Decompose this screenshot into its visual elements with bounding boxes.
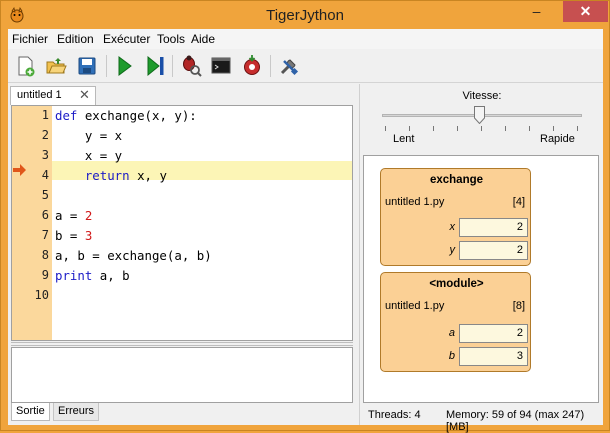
new-file-icon[interactable] [12, 53, 38, 79]
current-line-arrow-icon [13, 164, 26, 176]
output-console[interactable] [11, 347, 353, 403]
line-number: 1 [41, 108, 49, 122]
tab-untitled-1[interactable]: untitled 1 ✕ [10, 86, 96, 105]
stack-frame-exchange: exchange untitled 1.py [4] x 2 y 2 [380, 168, 531, 266]
status-bar: Threads: 4 Memory: 59 of 94 (max 247) [M… [360, 408, 604, 433]
stack-frame-module: <module> untitled 1.py [8] a 2 b 3 [380, 272, 531, 372]
var-value: 3 [459, 347, 528, 366]
code-line-1: def exchange(x, y): [55, 108, 197, 123]
line-number: 8 [41, 248, 49, 262]
var-value: 2 [459, 241, 528, 260]
slider-tick [385, 126, 386, 131]
line-number: 9 [41, 268, 49, 282]
menu-edition[interactable]: Edition [57, 32, 94, 46]
debug-pane: Vitesse: Lent Rapide exchange untitled 1… [359, 84, 604, 433]
menu-aide[interactable]: Aide [191, 32, 215, 46]
menu-executer[interactable]: Exécuter [103, 32, 150, 46]
speed-slider-thumb[interactable] [474, 106, 485, 125]
line-number: 4 [41, 168, 49, 182]
tab-label: untitled 1 [17, 89, 62, 101]
var-name: a [448, 327, 455, 339]
slider-tick [577, 126, 578, 131]
var-name: b [448, 350, 455, 362]
tools-icon[interactable] [276, 53, 302, 79]
code-line-9: print a, b [55, 268, 130, 283]
frame-title: exchange [429, 174, 484, 186]
stop-icon[interactable] [239, 53, 265, 79]
menu-tools[interactable]: Tools [157, 32, 185, 46]
frame-title: <module> [429, 278, 484, 290]
frame-line: [8] [512, 300, 525, 312]
debug-icon[interactable] [178, 53, 204, 79]
slider-tick [457, 126, 458, 131]
slider-tick [505, 126, 506, 131]
slider-tick [553, 126, 554, 131]
tab-erreurs[interactable]: Erreurs [53, 403, 100, 421]
open-folder-icon[interactable] [43, 53, 69, 79]
stack-frames-panel: exchange untitled 1.py [4] x 2 y 2 <modu… [363, 155, 599, 403]
code-line-6: a = 2 [55, 208, 93, 223]
code-line-8: a, b = exchange(a, b) [55, 248, 212, 263]
frame-file: untitled 1.py [385, 300, 445, 312]
code-line-2: y = x [55, 128, 123, 143]
menu-bar: Fichier Edition Exécuter Tools Aide [8, 29, 603, 49]
save-icon[interactable] [74, 53, 100, 79]
code-line-4: return x, y [84, 168, 167, 183]
splitter-handle[interactable] [11, 342, 353, 346]
line-number: 7 [41, 228, 49, 242]
close-tab-icon[interactable]: ✕ [79, 87, 90, 103]
line-number: 10 [34, 288, 49, 302]
line-number: 5 [41, 188, 49, 202]
threads-status: Threads: 4 [368, 409, 421, 421]
line-number: 6 [41, 208, 49, 222]
title-bar[interactable]: TigerJython – ✕ [1, 1, 609, 29]
var-name: x [449, 221, 456, 233]
menu-fichier[interactable]: Fichier [12, 32, 48, 46]
client-area: Fichier Edition Exécuter Tools Aide unti… [8, 29, 604, 433]
speed-label: Vitesse: [462, 90, 502, 102]
step-icon[interactable] [142, 53, 168, 79]
window-title: TigerJython [266, 7, 344, 24]
code-line-7: b = 3 [55, 228, 93, 243]
toolbar-separator [172, 55, 173, 77]
var-value: 2 [459, 324, 528, 343]
var-name: y [449, 244, 456, 256]
minimize-button[interactable]: – [523, 1, 550, 22]
var-value: 2 [459, 218, 528, 237]
line-number: 3 [41, 148, 49, 162]
frame-file: untitled 1.py [385, 196, 445, 208]
app-window: TigerJython – ✕ Fichier Edition Exécuter… [0, 0, 610, 433]
slider-tick [409, 126, 410, 131]
code-line-3: x = y [55, 148, 123, 163]
memory-status: Memory: 59 of 94 (max 247) [MB] [446, 409, 585, 433]
slider-tick [481, 126, 482, 131]
speed-slow-label: Lent [393, 133, 415, 145]
toolbar [8, 49, 603, 83]
toolbar-separator [270, 55, 271, 77]
line-number: 2 [41, 128, 49, 142]
slider-tick [529, 126, 530, 131]
close-window-button[interactable]: ✕ [563, 1, 608, 22]
console-icon[interactable] [208, 53, 234, 79]
toolbar-separator [106, 55, 107, 77]
slider-tick [433, 126, 434, 131]
speed-fast-label: Rapide [540, 133, 575, 145]
code-editor[interactable]: 1 2 3 4 5 6 7 8 9 10 def exchange(x, y):… [11, 105, 353, 341]
frame-line: [4] [512, 196, 525, 208]
run-icon[interactable] [111, 53, 137, 79]
tab-sortie[interactable]: Sortie [11, 403, 50, 421]
